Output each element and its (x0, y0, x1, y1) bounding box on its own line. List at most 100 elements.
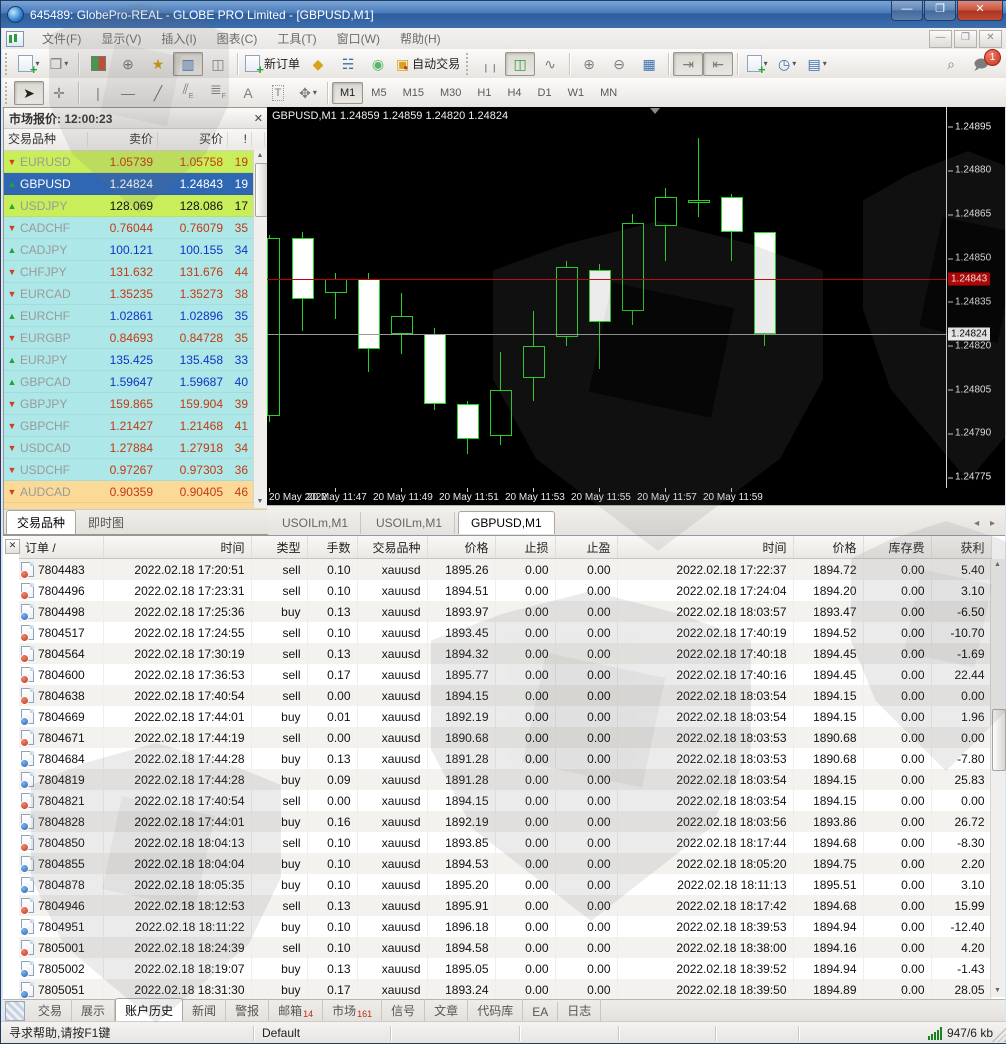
chart-shift-button[interactable]: ⇤ (703, 52, 733, 76)
market-watch-row-eurusd[interactable]: ▼EURUSD1.057391.0575819 (4, 151, 267, 173)
history-row[interactable]: 78045172022.02.18 17:24:55sell0.10xauusd… (19, 622, 991, 643)
menu-item[interactable]: 插入(I) (151, 30, 206, 48)
history-row[interactable]: 78044982022.02.18 17:25:36buy0.13xauusd1… (19, 601, 991, 622)
history-row[interactable]: 78048192022.02.18 17:44:28buy0.09xauusd1… (19, 769, 991, 790)
history-column-header[interactable]: 时间 (103, 536, 251, 559)
history-column-header[interactable]: 止盈 (555, 536, 617, 559)
text-label-button[interactable]: T (263, 81, 293, 105)
data-window-button[interactable]: ◫ (203, 52, 233, 76)
history-row[interactable]: 78048282022.02.18 17:44:01buy0.16xauusd1… (19, 811, 991, 832)
timeframe-button-m30[interactable]: M30 (432, 82, 469, 104)
history-row[interactable]: 78050022022.02.18 18:19:07buy0.13xauusd1… (19, 958, 991, 979)
menu-item[interactable]: 工具(T) (267, 30, 326, 48)
chart-canvas[interactable]: GBPUSD,M1 1.24859 1.24859 1.24820 1.2482… (267, 107, 1005, 488)
market-watch-row-audcad[interactable]: ▼AUDCAD0.903590.9040546 (4, 481, 267, 503)
candlestick-button[interactable]: ◫ (505, 52, 535, 76)
terminal-tab-文章[interactable]: 文章 (425, 999, 468, 1022)
dock-panel-icon[interactable] (5, 1001, 25, 1021)
history-row[interactable]: 78046382022.02.18 17:40:54sell0.00xauusd… (19, 685, 991, 706)
templates-button[interactable]: ▤▾ (802, 52, 832, 76)
history-row[interactable]: 78046842022.02.18 17:44:28buy0.13xauusd1… (19, 748, 991, 769)
market-watch-row-gbpjpy[interactable]: ▼GBPJPY159.865159.90439 (4, 393, 267, 415)
chart-plot-area[interactable] (267, 107, 947, 488)
history-column-header[interactable]: 价格 (427, 536, 495, 559)
close-button[interactable]: ✕ (957, 1, 1003, 21)
bar-chart-button[interactable]: ╷╷ (475, 52, 505, 76)
chart-tab[interactable]: USOILm,M1 (364, 512, 455, 534)
history-column-header[interactable]: 获利 (931, 536, 991, 559)
history-row[interactable]: 78048552022.02.18 18:04:04buy0.10xauusd1… (19, 853, 991, 874)
history-column-header[interactable]: 时间 (617, 536, 793, 559)
market-watch-row-cadjpy[interactable]: ▲CADJPY100.121100.15534 (4, 239, 267, 261)
terminal-tab-交易[interactable]: 交易 (29, 999, 72, 1022)
history-column-header[interactable]: 交易品种 (357, 536, 427, 559)
new-order-button[interactable]: + 新订单 (242, 52, 303, 76)
maximize-button[interactable]: ❐ (924, 1, 956, 21)
history-row[interactable]: 78048502022.02.18 18:04:13sell0.10xauusd… (19, 832, 991, 853)
menu-item[interactable]: 帮助(H) (390, 30, 451, 48)
history-row[interactable]: 78045642022.02.18 17:30:19sell0.13xauusd… (19, 643, 991, 664)
horizontal-line-button[interactable]: — (113, 81, 143, 105)
market-watch-column-headers[interactable]: 交易品种 卖价 买价 ! (4, 129, 267, 151)
market-watch-toggle-button[interactable]: ▥ (173, 52, 203, 76)
autotrading-button[interactable]: ▣● 自动交易 (393, 52, 463, 76)
history-row[interactable]: 78044962022.02.18 17:23:31sell0.10xauusd… (19, 580, 991, 601)
market-watch-row-usdchf[interactable]: ▼USDCHF0.972670.9730336 (4, 459, 267, 481)
timeframe-button-w1[interactable]: W1 (560, 82, 593, 104)
cursor-tool-button[interactable]: ➤ (14, 81, 44, 105)
menu-item[interactable]: 文件(F) (32, 30, 91, 48)
timeframe-button-h4[interactable]: H4 (499, 82, 529, 104)
arrows-button[interactable]: ✥▾ (293, 81, 323, 105)
market-watch-row-usdjpy[interactable]: ▲USDJPY128.069128.08617 (4, 195, 267, 217)
favorites-button[interactable]: ★ (143, 52, 173, 76)
history-row[interactable]: 78044832022.02.18 17:20:51sell0.10xauusd… (19, 559, 991, 581)
terminal-tab-日志[interactable]: 日志 (558, 999, 601, 1022)
history-column-header[interactable]: 订单 / (19, 536, 103, 559)
history-row[interactable]: 78050012022.02.18 18:24:39sell0.10xauusd… (19, 937, 991, 958)
history-column-header[interactable]: 类型 (251, 536, 307, 559)
mdi-close-button[interactable]: ✕ (979, 30, 1002, 48)
terminal-close-icon[interactable]: ✕ (5, 539, 20, 554)
expert-advisors-button[interactable]: ☵ (333, 52, 363, 76)
history-row[interactable]: 78048782022.02.18 18:05:35buy0.10xauusd1… (19, 874, 991, 895)
timeframe-button-h1[interactable]: H1 (469, 82, 499, 104)
market-watch-row-cadchf[interactable]: ▼CADCHF0.760440.7607935 (4, 217, 267, 239)
market-watch-scrollbar[interactable]: ▲ ▼ (253, 149, 267, 508)
history-row[interactable]: 78049512022.02.18 18:11:22buy0.10xauusd1… (19, 916, 991, 937)
history-row[interactable]: 78046692022.02.18 17:44:01buy0.01xauusd1… (19, 706, 991, 727)
symbols-button[interactable] (83, 52, 113, 76)
history-center-button[interactable]: ◆ (303, 52, 333, 76)
market-watch-close-icon[interactable]: ✕ (254, 112, 263, 125)
history-column-header[interactable]: 止损 (495, 536, 555, 559)
minimize-button[interactable]: — (891, 1, 923, 21)
new-chart-button[interactable]: +▾ (14, 52, 44, 76)
market-watch-row-eurjpy[interactable]: ▲EURJPY135.425135.45833 (4, 349, 267, 371)
periods-button[interactable]: ◷▾ (772, 52, 802, 76)
timeframe-button-m1[interactable]: M1 (332, 82, 363, 104)
history-row[interactable]: 78050512022.02.18 18:31:30buy0.17xauusd1… (19, 979, 991, 1000)
market-watch-tab[interactable]: 即时图 (78, 511, 134, 534)
menu-item[interactable]: 图表(C) (207, 30, 268, 48)
tab-scroll-arrows[interactable]: ◂ ▸ (974, 518, 999, 529)
terminal-tab-邮箱[interactable]: 邮箱14 (269, 999, 323, 1022)
terminal-tab-信号[interactable]: 信号 (382, 999, 425, 1022)
market-watch-tab[interactable]: 交易品种 (6, 510, 76, 534)
menu-item[interactable]: 显示(V) (91, 30, 151, 48)
history-column-header[interactable]: 库存费 (863, 536, 931, 559)
market-watch-header[interactable]: 市场报价: 12:00:23 ✕ (4, 108, 267, 129)
scrollbar-thumb[interactable] (992, 709, 1006, 771)
timeframe-button-mn[interactable]: MN (592, 82, 625, 104)
auto-scroll-button[interactable]: ⇥ (673, 52, 703, 76)
notifications-button[interactable]: 🗩 1 (966, 52, 996, 76)
market-watch-row-gbpusd[interactable]: ▲GBPUSD1.248241.2484319 (4, 173, 267, 195)
terminal-tab-账户历史[interactable]: 账户历史 (115, 998, 183, 1023)
chart-tab[interactable]: USOILm,M1 (270, 512, 361, 534)
toolbar-grip[interactable] (5, 53, 11, 75)
crosshair-tool-button[interactable]: ✛ (44, 81, 74, 105)
profiles-button[interactable]: ❐▾ (44, 52, 74, 76)
history-row[interactable]: 78048212022.02.18 17:40:54sell0.00xauusd… (19, 790, 991, 811)
timeframe-button-m5[interactable]: M5 (363, 82, 394, 104)
vertical-line-button[interactable]: | (83, 81, 113, 105)
timeframe-button-d1[interactable]: D1 (530, 82, 560, 104)
terminal-tab-市场[interactable]: 市场161 (323, 999, 382, 1022)
